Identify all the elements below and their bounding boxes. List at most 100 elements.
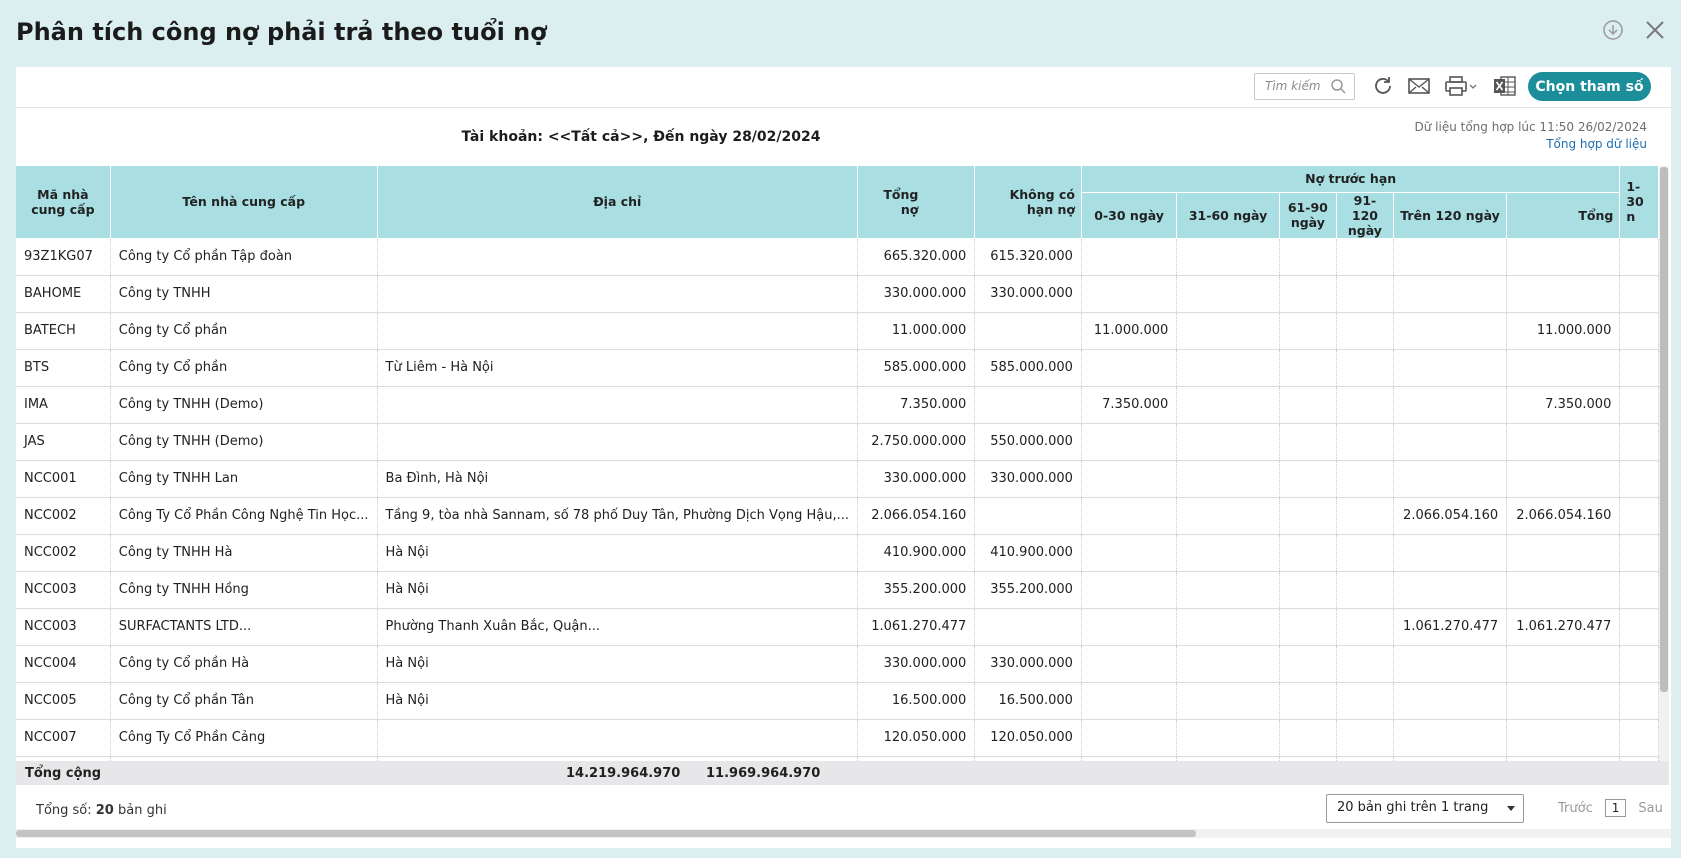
next-page-button[interactable]: Sau bbox=[1638, 801, 1662, 816]
col-header-subtotal[interactable]: Tổng bbox=[1506, 192, 1621, 239]
toolbar: Tìm kiếm Chọn tham số bbox=[16, 67, 1671, 108]
excel-export-icon[interactable] bbox=[1492, 73, 1518, 99]
cell-no-term: 585.000.000 bbox=[974, 349, 1082, 387]
cell-d0_30 bbox=[1081, 460, 1178, 498]
cell-no-term bbox=[974, 608, 1082, 646]
cell-name: Công ty Cổ phần Tập đoàn bbox=[110, 238, 378, 276]
cell-d31_60 bbox=[1176, 534, 1280, 572]
cell-total-debt: 11.000.000 bbox=[857, 312, 976, 350]
refresh-icon[interactable] bbox=[1370, 73, 1396, 99]
cell-name: Công ty Cổ phần Tân bbox=[110, 682, 378, 720]
prev-page-button[interactable]: Trước bbox=[1558, 801, 1593, 816]
cell-code: NCC003 bbox=[16, 608, 111, 646]
choose-params-button[interactable]: Chọn tham số bbox=[1528, 72, 1651, 101]
cell-address: Hà Nội bbox=[377, 571, 859, 609]
cell-address bbox=[377, 719, 859, 757]
col-header-name[interactable]: Tên nhà cung cấp bbox=[110, 166, 378, 239]
cell-d0_30 bbox=[1081, 645, 1178, 683]
email-icon[interactable] bbox=[1406, 73, 1432, 99]
col-header-no-term[interactable]: Không có hạn nợ bbox=[974, 166, 1082, 239]
table-row[interactable]: BATECH Công ty Cổ phần 11.000.000 11.000.00… bbox=[16, 312, 1659, 350]
table-row[interactable]: NCC005 Công ty Cổ phần Tân Hà Nội 16.500.00… bbox=[16, 682, 1659, 720]
vertical-scroll-thumb[interactable] bbox=[1660, 167, 1668, 692]
download-icon[interactable] bbox=[1601, 18, 1625, 42]
cell-name: Công ty TNHH bbox=[110, 275, 378, 313]
col-header-code[interactable]: Mã nhà cung cấp bbox=[16, 166, 111, 239]
cell-sub_total bbox=[1506, 645, 1621, 683]
cell-d0_30 bbox=[1081, 275, 1178, 313]
cell-next bbox=[1619, 349, 1659, 387]
table-row[interactable]: NCC007 Công Ty Cổ Phần Cảng 120.050.000 120… bbox=[16, 719, 1659, 757]
search-input[interactable]: Tìm kiếm bbox=[1254, 73, 1355, 100]
sync-data-link[interactable]: Tổng hợp dữ liệu bbox=[1414, 136, 1647, 153]
data-grid: Mã nhà cung cấp Tên nhà cung cấp Địa chỉ… bbox=[16, 166, 1659, 761]
table-row[interactable]: NCC002 Công Ty Cổ Phần Công Nghệ Tin Học.… bbox=[16, 497, 1659, 535]
cell-d61_90 bbox=[1279, 275, 1337, 313]
col-header-total-debt[interactable]: Tổng nợ bbox=[857, 166, 976, 239]
table-row[interactable]: 93Z1KG07 Công ty Cổ phần Tập đoàn 665.320.… bbox=[16, 238, 1659, 276]
cell-sub_total bbox=[1506, 460, 1621, 498]
table-row[interactable]: NCC002 Công ty TNHH Hà Hà Nội 410.900.000 41… bbox=[16, 534, 1659, 572]
table-row[interactable]: BTS Công ty Cổ phần Từ Liêm - Hà Nội 585.00… bbox=[16, 349, 1659, 387]
col-header-91-120[interactable]: 91-120 ngày bbox=[1336, 192, 1394, 239]
page-size-select[interactable]: 20 bản ghi trên 1 trang bbox=[1326, 794, 1524, 823]
cell-over120 bbox=[1393, 645, 1508, 683]
cell-name: SURFACTANTS LTD... bbox=[110, 608, 378, 646]
cell-total-debt: 16.500.000 bbox=[857, 682, 976, 720]
cell-sub_total: 11.000.000 bbox=[1506, 312, 1621, 350]
table-row[interactable]: IMA Công ty TNHH (Demo) 7.350.000 7.350.000… bbox=[16, 386, 1659, 424]
cell-sub_total bbox=[1506, 571, 1621, 609]
cell-d0_30 bbox=[1081, 238, 1178, 276]
cell-code: IMA bbox=[16, 386, 111, 424]
cell-sub_total bbox=[1506, 682, 1621, 720]
report-title: Tài khoản: <<Tất cả>>, Đến ngày 28/02/20… bbox=[461, 129, 821, 145]
col-header-address[interactable]: Địa chỉ bbox=[377, 166, 859, 239]
cell-d31_60 bbox=[1176, 460, 1280, 498]
cell-over120 bbox=[1393, 571, 1508, 609]
cell-address: Hà Nội bbox=[377, 682, 859, 720]
cell-total-debt: 355.200.000 bbox=[857, 571, 976, 609]
cell-sub_total bbox=[1506, 534, 1621, 572]
col-header-61-90[interactable]: 61-90 ngày bbox=[1279, 192, 1337, 239]
table-row[interactable]: JAS Công ty TNHH (Demo) 2.750.000.000 550.0… bbox=[16, 423, 1659, 461]
cell-d91_120 bbox=[1336, 608, 1394, 646]
cell-total-debt: 1.061.270.477 bbox=[857, 608, 976, 646]
cell-code: BAHOME bbox=[16, 275, 111, 313]
col-header-31-60[interactable]: 31-60 ngày bbox=[1176, 192, 1280, 239]
total-row: Tổng cộng 14.219.964.970 11.969.964.970 bbox=[16, 761, 1669, 785]
col-header-over-120[interactable]: Trên 120 ngày bbox=[1393, 192, 1508, 239]
table-row[interactable]: NCC003 Công ty TNHH Hồng Hà Nội 355.200.000… bbox=[16, 571, 1659, 609]
cell-over120: 2.066.054.160 bbox=[1393, 497, 1508, 535]
table-row[interactable]: NCC003 SURFACTANTS LTD... Phường Thanh Xuâ… bbox=[16, 608, 1659, 646]
cell-over120 bbox=[1393, 275, 1508, 313]
cell-address bbox=[377, 423, 859, 461]
table-row[interactable]: BAHOME Công ty TNHH 330.000.000 330.000.000 bbox=[16, 275, 1659, 313]
cell-total-debt: 2.066.054.160 bbox=[857, 497, 976, 535]
cell-d91_120 bbox=[1336, 571, 1394, 609]
col-header-0-30[interactable]: 0-30 ngày bbox=[1081, 192, 1178, 239]
cell-over120 bbox=[1393, 423, 1508, 461]
horizontal-scrollbar[interactable] bbox=[16, 829, 1671, 838]
horizontal-scroll-thumb[interactable] bbox=[16, 830, 1196, 837]
cell-address: Hà Nội bbox=[377, 534, 859, 572]
vertical-scrollbar[interactable] bbox=[1659, 166, 1669, 762]
cell-d0_30 bbox=[1081, 682, 1178, 720]
table-row[interactable]: NCC004 Công ty Cổ phần Hà Hà Nội 330.000.00… bbox=[16, 645, 1659, 683]
cell-d61_90 bbox=[1279, 682, 1337, 720]
col-header-next[interactable]: 1-30 n bbox=[1619, 166, 1659, 239]
cell-d61_90 bbox=[1279, 497, 1337, 535]
cell-d31_60 bbox=[1176, 645, 1280, 683]
report-panel: Tìm kiếm Chọn tham số Tài khoản: <<Tất c… bbox=[16, 67, 1671, 848]
cell-sub_total: 1.061.270.477 bbox=[1506, 608, 1621, 646]
current-page[interactable]: 1 bbox=[1604, 799, 1627, 817]
table-row[interactable]: NCC001 Công ty TNHH Lan Ba Đình, Hà Nội 330… bbox=[16, 460, 1659, 498]
print-icon[interactable] bbox=[1444, 73, 1480, 99]
search-placeholder: Tìm kiếm bbox=[1265, 79, 1321, 93]
close-icon[interactable] bbox=[1643, 18, 1667, 42]
total-debt-sum: 14.219.964.970 bbox=[566, 766, 681, 781]
cell-over120 bbox=[1393, 238, 1508, 276]
cell-d91_120 bbox=[1336, 275, 1394, 313]
cell-d91_120 bbox=[1336, 460, 1394, 498]
cell-no-term: 330.000.000 bbox=[974, 645, 1082, 683]
cell-code: NCC002 bbox=[16, 497, 111, 535]
